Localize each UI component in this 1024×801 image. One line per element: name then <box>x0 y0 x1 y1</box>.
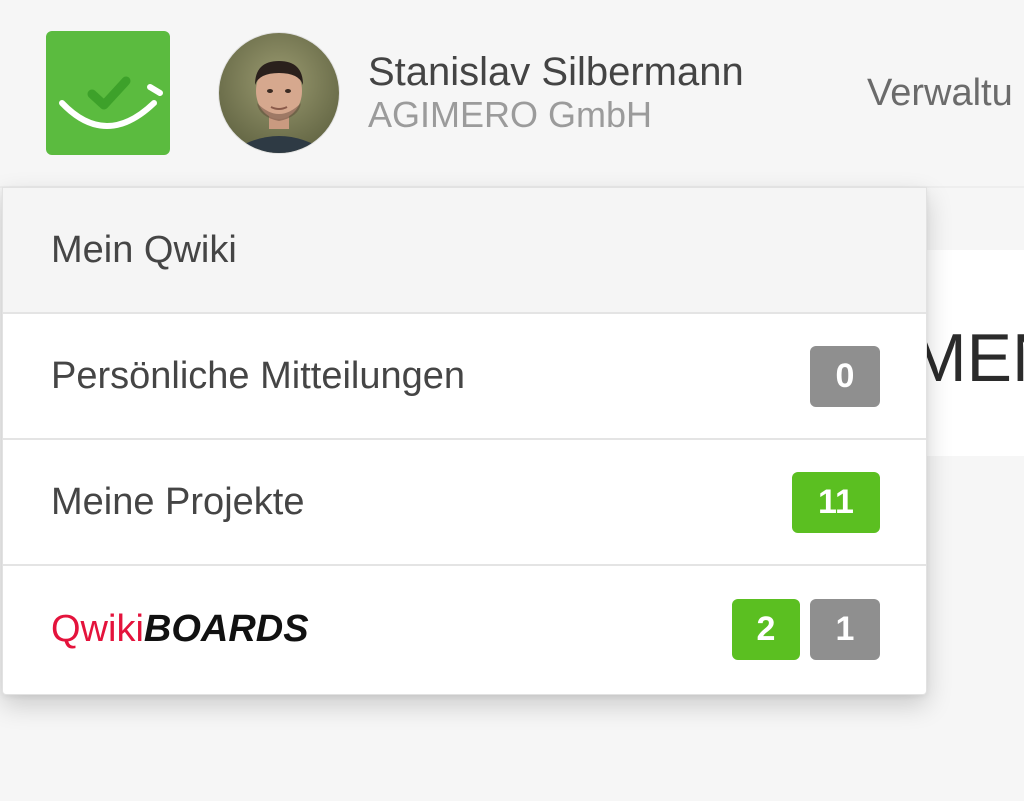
menu-item-mein-qwiki[interactable]: Mein Qwiki <box>3 188 926 314</box>
menu-item-persoenliche-mitteilungen[interactable]: Persönliche Mitteilungen 0 <box>3 314 926 440</box>
menu-item-label: Mein Qwiki <box>51 229 237 271</box>
nav-link-verwaltung[interactable]: Verwaltu <box>867 70 1013 116</box>
boards-green-badge: 2 <box>732 598 800 660</box>
badge-group: 2 1 <box>732 598 880 660</box>
projects-count-badge: 11 <box>792 471 880 533</box>
menu-item-label: Persönliche Mitteilungen <box>51 355 466 397</box>
app-page: Stanislav Silbermann AGIMERO GmbH Verwal… <box>0 0 1024 801</box>
user-name: Stanislav Silbermann <box>368 50 744 94</box>
badge-group: 0 <box>810 345 880 407</box>
qwikiboards-logo-text: QwikiBOARDS <box>51 606 309 652</box>
qwiki-label-part: Qwiki <box>51 608 144 650</box>
menu-item-label: Meine Projekte <box>51 481 305 523</box>
user-dropdown-menu: Mein Qwiki Persönliche Mitteilungen 0 Me… <box>2 187 927 695</box>
boards-label-part: BOARDS <box>143 608 309 650</box>
top-header: Stanislav Silbermann AGIMERO GmbH Verwal… <box>0 0 1024 188</box>
messages-count-badge: 0 <box>810 345 880 407</box>
user-company: AGIMERO GmbH <box>368 94 653 135</box>
content-heading: MEN <box>910 320 1024 396</box>
smile-check-logo-icon[interactable] <box>46 31 170 155</box>
badge-group: 11 <box>792 471 880 533</box>
menu-item-meine-projekte[interactable]: Meine Projekte 11 <box>3 440 926 566</box>
menu-item-qwikiboards[interactable]: QwikiBOARDS 2 1 <box>3 566 926 692</box>
boards-gray-badge: 1 <box>810 598 880 660</box>
user-avatar[interactable] <box>219 33 339 153</box>
